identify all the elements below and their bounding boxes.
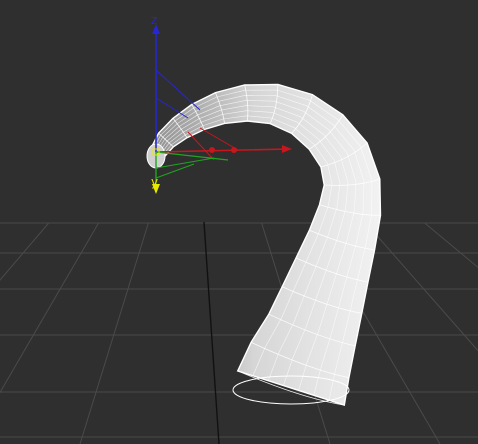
viewport-background [0,0,478,444]
gizmo-x-handle [209,147,215,153]
gizmo-x-handle [231,147,237,153]
viewport-canvas[interactable] [0,0,478,444]
3d-viewport[interactable]: z y [0,0,478,444]
